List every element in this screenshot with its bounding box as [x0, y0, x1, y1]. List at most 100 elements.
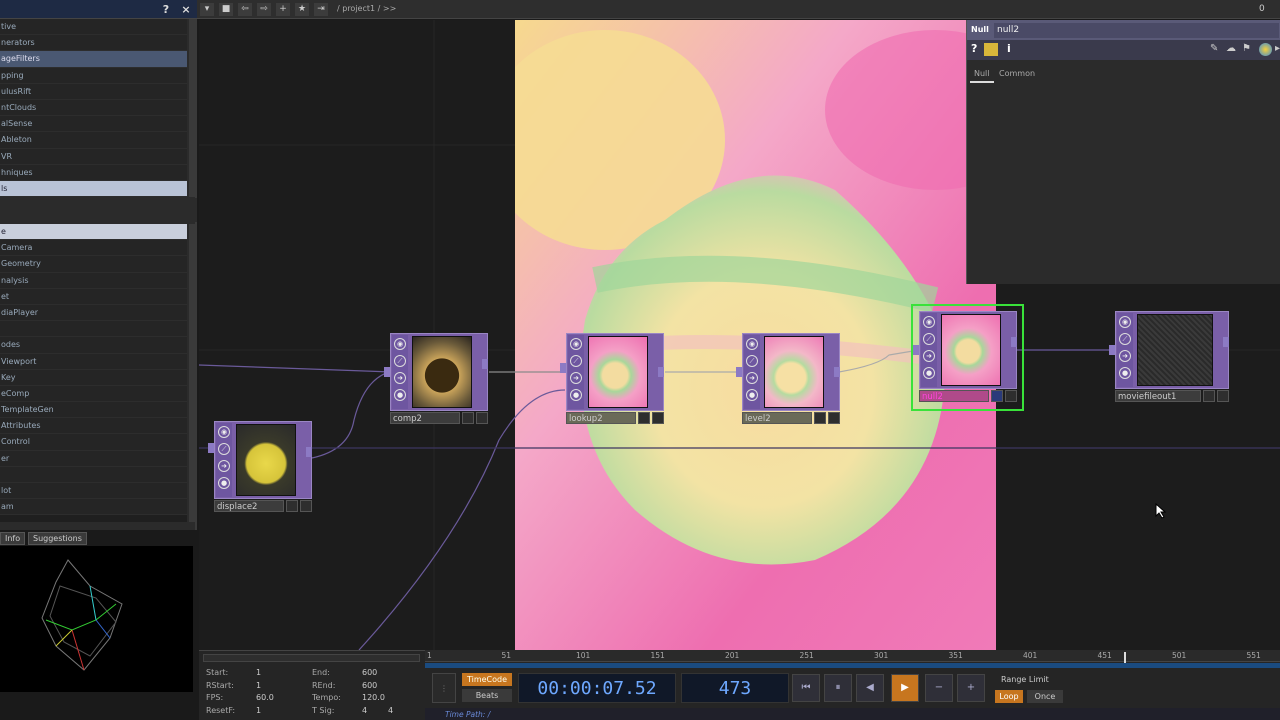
display-icon[interactable]: ➜	[218, 460, 230, 472]
field-value[interactable]: 600	[362, 668, 377, 677]
field-value[interactable]: 1	[256, 706, 261, 715]
network-path[interactable]: / project1 / >>	[337, 4, 396, 13]
palette-op-item[interactable]: nalysis	[0, 272, 187, 289]
bypass-icon[interactable]: ⟋	[394, 355, 406, 367]
display-icon[interactable]: ➜	[923, 350, 935, 362]
palette-op-item[interactable]: Key	[0, 369, 187, 386]
input-connector[interactable]	[208, 443, 214, 453]
node-moviefileout1[interactable]: ◉ ⟋ ➜ ● moviefileout1	[1109, 311, 1229, 402]
input-connector[interactable]	[736, 367, 742, 377]
forward-icon[interactable]: ⇨	[257, 3, 271, 16]
comment-icon[interactable]: ☁	[1226, 43, 1236, 54]
palette-op-item[interactable]: et	[0, 288, 187, 305]
output-connector[interactable]	[482, 359, 488, 369]
edit-pencil-icon[interactable]: ✎	[1210, 43, 1218, 54]
display-icon[interactable]: ➜	[746, 372, 758, 384]
category-scrollbar[interactable]	[189, 19, 195, 197]
bookmark-star-icon[interactable]: ★	[295, 3, 309, 16]
palette-op-item[interactable]	[0, 321, 187, 338]
output-connector[interactable]	[834, 367, 840, 377]
palette-op-item[interactable]: Control	[0, 434, 187, 451]
output-connector[interactable]	[658, 367, 664, 377]
lock-icon[interactable]: ●	[218, 477, 230, 489]
palette-category-item[interactable]: tive	[0, 19, 187, 36]
palette-op-item[interactable]: e	[0, 224, 187, 241]
palette-op-item[interactable]: Geometry	[0, 256, 187, 273]
output-connector[interactable]	[306, 447, 312, 457]
up-level-icon[interactable]: ⇥	[314, 3, 328, 16]
input-connector[interactable]	[560, 363, 566, 373]
play-reverse-button[interactable]: ◀	[856, 674, 884, 702]
viewer-icon[interactable]: ◉	[923, 316, 935, 328]
lock-icon[interactable]: ●	[1119, 367, 1131, 379]
palette-op-item[interactable]: Camera	[0, 240, 187, 257]
palette-category-item[interactable]: Ableton	[0, 132, 187, 149]
flag-icon[interactable]: ⚑	[1242, 43, 1251, 54]
field-value-2[interactable]: 4	[388, 706, 393, 715]
palette-op-item[interactable]: eComp	[0, 385, 187, 403]
timecode-toggle[interactable]: TimeCode	[462, 673, 512, 686]
time-sidebar-button[interactable]: ⋮	[432, 673, 456, 703]
input-connector[interactable]	[384, 367, 390, 377]
tab-common[interactable]: Common	[999, 69, 1035, 78]
palette-category-item[interactable]: nerators	[0, 35, 187, 52]
bypass-icon[interactable]: ⟋	[923, 333, 935, 345]
timebar-range[interactable]	[425, 663, 1280, 668]
viewer-icon[interactable]: ◉	[394, 338, 406, 350]
timecode-display[interactable]: 00:00:07.52	[518, 673, 676, 703]
pause-button[interactable]: ⏸	[824, 674, 852, 702]
palette-op-item[interactable]: er	[0, 450, 187, 467]
lock-icon[interactable]: ●	[570, 389, 582, 401]
node-lookup2[interactable]: ◉ ⟋ ➜ ● lookup2	[560, 333, 664, 424]
lock-icon[interactable]: ●	[923, 367, 935, 379]
viewer-icon[interactable]: ◉	[218, 426, 230, 438]
node-comp2[interactable]: ◉ ⟋ ➜ ● comp2	[384, 333, 488, 424]
frame-display[interactable]: 473	[681, 673, 789, 703]
once-button[interactable]: Once	[1027, 690, 1063, 703]
playhead[interactable]	[1124, 652, 1126, 663]
tab-null[interactable]: Null	[974, 69, 990, 78]
palette-op-item[interactable]	[0, 466, 187, 483]
beats-toggle[interactable]: Beats	[462, 689, 512, 702]
output-connector[interactable]	[1223, 337, 1229, 347]
palette-category-item[interactable]: hniques	[0, 164, 187, 181]
display-icon[interactable]: ➜	[570, 372, 582, 384]
palette-category-item[interactable]: VR	[0, 148, 187, 165]
palette-category-item[interactable]: ulusRift	[0, 83, 187, 100]
menu-dropdown-icon[interactable]: ▾	[200, 3, 214, 16]
display-icon[interactable]: ➜	[394, 372, 406, 384]
field-value[interactable]: 1	[256, 668, 261, 677]
field-value[interactable]: 1	[256, 681, 261, 690]
op-name-field[interactable]: null2	[994, 23, 1279, 38]
viewer-icon[interactable]: ◉	[746, 338, 758, 350]
palette-category-item[interactable]: ntClouds	[0, 99, 187, 117]
field-value[interactable]: 120.0	[362, 693, 385, 702]
field-value[interactable]: 4	[362, 706, 367, 715]
lock-icon[interactable]: ●	[394, 389, 406, 401]
python-help-icon[interactable]	[984, 43, 998, 56]
bypass-icon[interactable]: ⟋	[746, 355, 758, 367]
bypass-icon[interactable]: ⟋	[218, 443, 230, 455]
flag-blue-dot[interactable]	[991, 390, 1003, 402]
display-icon[interactable]: ➜	[1119, 350, 1131, 362]
viewer-icon[interactable]: ◉	[1119, 316, 1131, 328]
palette-op-item[interactable]: diaPlayer	[0, 304, 187, 322]
node-displace2[interactable]: ◉ ⟋ ➜ ● displace2	[208, 421, 312, 512]
python-icon[interactable]	[1259, 43, 1272, 56]
help-button[interactable]: ?	[158, 2, 174, 17]
viewer-icon[interactable]: ◉	[570, 338, 582, 350]
help-icon[interactable]: ?	[971, 42, 977, 55]
field-value[interactable]: 60.0	[256, 693, 274, 702]
input-connector[interactable]	[913, 345, 919, 355]
palette-op-item[interactable]: odes	[0, 337, 187, 354]
rewind-to-start-button[interactable]: ⏮	[792, 674, 820, 702]
field-value[interactable]: 600	[362, 681, 377, 690]
stop-icon[interactable]: ■	[219, 3, 233, 16]
palette-op-item[interactable]: lot	[0, 483, 187, 500]
palette-op-item[interactable]: Viewport	[0, 353, 187, 370]
palette-category-item[interactable]: ageFilters	[0, 51, 187, 68]
info-icon[interactable]: i	[1007, 42, 1011, 55]
tab-suggestions[interactable]: Suggestions	[28, 532, 87, 545]
node-null2[interactable]: ◉ ⟋ ➜ ● null2	[913, 311, 1017, 402]
node-level2[interactable]: ◉ ⟋ ➜ ● level2	[736, 333, 840, 424]
